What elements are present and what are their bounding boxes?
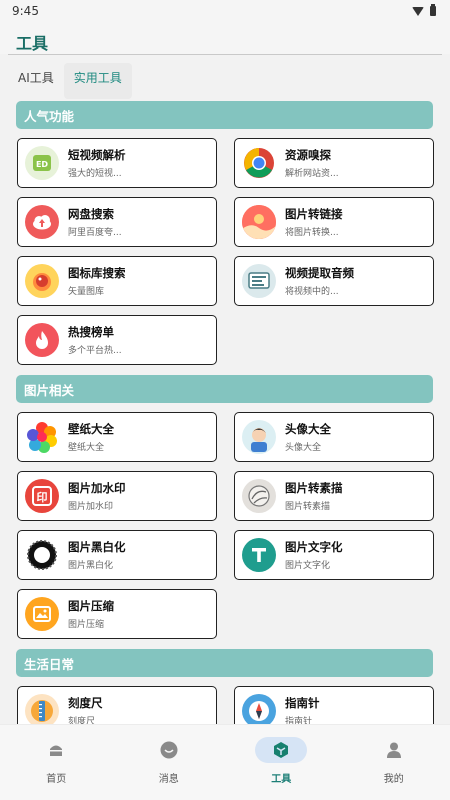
nav-label: 首页	[46, 774, 67, 785]
tool-title: 指南针	[285, 696, 320, 710]
ruler-icon	[25, 694, 59, 724]
tool-card-image-to-link[interactable]: 图片转链接 将图片转换...	[234, 197, 434, 247]
flame-icon	[25, 323, 59, 357]
tab-utility-tools[interactable]: 实用工具	[63, 63, 132, 99]
wifi-icon	[412, 6, 424, 16]
bottom-navigation: 首页 消息 工具 我的	[0, 724, 450, 800]
tool-title: 图片压缩	[68, 599, 114, 613]
tool-title: 图片转链接	[285, 207, 343, 221]
popular-tools-grid: ED 短视频解析 强大的短视... 资源嗅探 解析网站资... 网盘搜索 阿里百…	[16, 129, 434, 374]
daily-tools-grid: 刻度尺 刻度尺 指南针 指南针	[16, 677, 434, 724]
svg-text:ED: ED	[36, 160, 48, 169]
tools-icon	[274, 742, 289, 758]
tool-subtitle: 矢量图库	[68, 287, 105, 297]
status-time: 9:45	[12, 4, 39, 18]
compass-icon	[242, 694, 276, 724]
tool-card-watermark[interactable]: 印 图片加水印 图片加水印	[17, 471, 217, 521]
tool-card-compress[interactable]: 图片压缩 图片压缩	[17, 589, 217, 639]
tool-subtitle: 将视频中的...	[285, 287, 339, 297]
image-tools-grid: 壁纸大全 壁纸大全 头像大全 头像大全 印 图片加水印 图片加水印 图片转素描 …	[16, 403, 434, 648]
compress-icon	[25, 597, 59, 631]
tool-card-image-text[interactable]: 图片文字化 图片文字化	[234, 530, 434, 580]
stamp-icon: 印	[25, 479, 59, 513]
tool-title: 图片黑白化	[68, 540, 126, 554]
tool-title: 头像大全	[285, 422, 331, 436]
tool-title: 资源嗅探	[285, 148, 331, 162]
battery-icon	[430, 4, 436, 16]
tool-title: 图片文字化	[285, 540, 343, 554]
tool-title: 热搜榜单	[68, 325, 114, 339]
audio-extract-icon	[242, 264, 276, 298]
tool-subtitle: 阿里百度夸...	[68, 228, 122, 238]
text-icon	[242, 538, 276, 572]
tool-title: 图片转素描	[285, 481, 343, 495]
message-icon	[160, 741, 178, 759]
landscape-icon	[242, 205, 276, 239]
profile-icon	[386, 742, 401, 758]
tools-content[interactable]: 人气功能 ED 短视频解析 强大的短视... 资源嗅探 解析网站资... 网盘搜…	[0, 100, 450, 724]
tool-card-sketch[interactable]: 图片转素描 图片转素描	[234, 471, 434, 521]
cloud-upload-icon	[25, 205, 59, 239]
nav-home[interactable]: 首页	[16, 737, 96, 785]
tool-subtitle: 刻度尺	[68, 717, 96, 724]
tool-card-compass[interactable]: 指南针 指南针	[234, 686, 434, 724]
tab-bar: AI工具 实用工具	[0, 55, 450, 99]
nav-label: 工具	[271, 774, 292, 785]
nav-tools[interactable]: 工具	[241, 737, 321, 785]
tool-title: 图标库搜索	[68, 266, 126, 280]
tool-subtitle: 壁纸大全	[68, 443, 105, 453]
tool-card-avatars[interactable]: 头像大全 头像大全	[234, 412, 434, 462]
tool-title: 刻度尺	[68, 696, 103, 710]
tool-title: 视频提取音频	[285, 266, 354, 280]
tool-subtitle: 图片黑白化	[68, 561, 114, 571]
tool-card-cloud-search[interactable]: 网盘搜索 阿里百度夸...	[17, 197, 217, 247]
svg-text:印: 印	[37, 491, 48, 504]
tool-subtitle: 图片文字化	[285, 561, 331, 571]
nav-profile[interactable]: 我的	[354, 737, 434, 785]
tool-title: 短视频解析	[68, 148, 126, 162]
tool-subtitle: 图片压缩	[68, 620, 105, 630]
black-white-icon	[25, 538, 59, 572]
sketch-icon	[242, 479, 276, 513]
nav-label: 我的	[383, 774, 404, 785]
tool-subtitle: 头像大全	[285, 443, 322, 453]
status-bar: 9:45	[0, 0, 450, 22]
tool-subtitle: 多个平台热...	[68, 346, 122, 356]
tool-title: 网盘搜索	[68, 207, 114, 221]
nav-label: 消息	[158, 774, 179, 785]
tool-card-video-audio[interactable]: 视频提取音频 将视频中的...	[234, 256, 434, 306]
tool-title: 壁纸大全	[68, 422, 114, 436]
tool-card-ruler[interactable]: 刻度尺 刻度尺	[17, 686, 217, 724]
tool-subtitle: 图片转素描	[285, 502, 331, 512]
app-header: 工具	[0, 22, 450, 54]
tool-card-resource-sniff[interactable]: 资源嗅探 解析网站资...	[234, 138, 434, 188]
tool-subtitle: 强大的短视...	[68, 169, 122, 179]
nav-messages[interactable]: 消息	[129, 737, 209, 785]
tool-card-wallpapers[interactable]: 壁纸大全 壁纸大全	[17, 412, 217, 462]
tool-subtitle: 将图片转换...	[285, 228, 339, 238]
avatar-icon	[242, 420, 276, 454]
tool-card-hot-search[interactable]: 热搜榜单 多个平台热...	[17, 315, 217, 365]
tool-title: 图片加水印	[68, 481, 126, 495]
section-header-image: 图片相关	[16, 375, 433, 403]
tool-subtitle: 解析网站资...	[285, 169, 339, 179]
icon-library-icon	[25, 264, 59, 298]
page-title: 工具	[16, 34, 49, 53]
tool-card-icon-library[interactable]: 图标库搜索 矢量图库	[17, 256, 217, 306]
home-icon	[50, 745, 63, 756]
tool-subtitle: 图片加水印	[68, 502, 114, 512]
video-parse-icon: ED	[25, 146, 59, 180]
tab-ai-tools[interactable]: AI工具	[8, 63, 64, 99]
chrome-icon	[242, 146, 276, 180]
tool-card-black-white[interactable]: 图片黑白化 图片黑白化	[17, 530, 217, 580]
section-header-popular: 人气功能	[16, 101, 433, 129]
tool-subtitle: 指南针	[285, 717, 313, 724]
section-header-daily: 生活日常	[16, 649, 433, 677]
flower-icon	[25, 420, 59, 454]
status-icons	[412, 4, 436, 16]
tool-card-video-parse[interactable]: ED 短视频解析 强大的短视...	[17, 138, 217, 188]
